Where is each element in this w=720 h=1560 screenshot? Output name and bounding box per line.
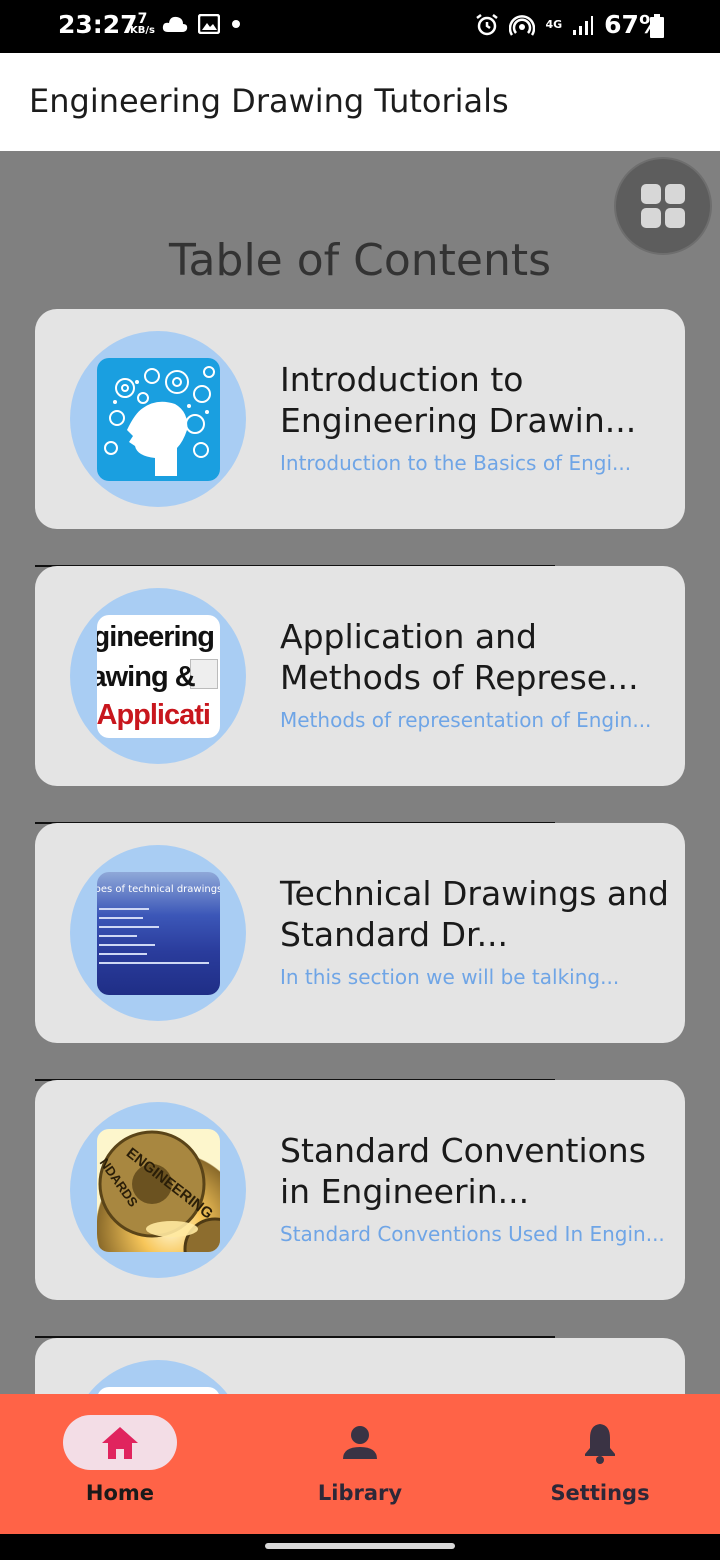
thumbnail-ring: [70, 331, 246, 507]
gesture-handle[interactable]: [265, 1543, 455, 1549]
cloud-icon: [162, 16, 188, 32]
status-time: 23:27: [58, 10, 138, 39]
app-title: Engineering Drawing Tutorials: [29, 82, 509, 120]
network-speed-unit: KB/s: [130, 25, 155, 36]
item-title: Technical Drawings and Standard Dr...: [280, 874, 670, 954]
nav-label-home: Home: [85, 1481, 155, 1505]
list-item[interactable]: [35, 1338, 685, 1394]
thumb-line-3: Applicati: [96, 698, 211, 731]
home-icon: [102, 1426, 138, 1459]
page-title: Table of Contents: [168, 235, 552, 286]
network-speed: 7 KB/s: [130, 12, 155, 36]
nav-icon-container: [543, 1415, 657, 1470]
item-title: Standard Conventions in Engineerin...: [280, 1131, 646, 1211]
thumbnail-ring: pes of technical drawings: [70, 845, 246, 1021]
system-gesture-bar: [0, 1534, 720, 1560]
nav-label-library: Library: [317, 1481, 403, 1505]
battery-icon: [650, 14, 664, 38]
network-type: 4G: [545, 18, 563, 31]
notification-icons: [162, 14, 242, 34]
technical-drawings-thumbnail: pes of technical drawings: [96, 871, 220, 995]
image-icon: [198, 14, 220, 34]
hotspot-icon: [509, 14, 536, 36]
engineering-drawing-thumbnail: gineering awing & Applicati: [96, 614, 220, 738]
list-item[interactable]: gineering awing & Applicati Application …: [35, 566, 685, 786]
bell-icon: [585, 1423, 615, 1464]
signal-icon: [573, 15, 594, 35]
system-icons: 4G 67%: [475, 10, 664, 39]
dot-icon: [232, 20, 240, 28]
thumb-heading: pes of technical drawings: [96, 883, 220, 895]
content-area[interactable]: Table of Contents Introduction to Engine…: [0, 151, 720, 1394]
person-icon: [343, 1425, 377, 1459]
thumbnail-ring: [70, 1360, 246, 1394]
thumbnail-ring: gineering awing & Applicati: [70, 588, 246, 764]
gear-standards-thumbnail: ENGINEERING NDARDS: [96, 1128, 220, 1252]
thumbnail-ring: ENGINEERING NDARDS: [70, 1102, 246, 1278]
item-title: Introduction to Engineering Drawin...: [280, 360, 637, 440]
bottom-navigation: Home Library Settings: [0, 1394, 720, 1534]
item-subtitle: Introduction to the Basics of Engi...: [280, 451, 632, 475]
item-subtitle: Standard Conventions Used In Engin...: [280, 1222, 665, 1246]
nav-icon-container: [303, 1415, 417, 1470]
list-item[interactable]: Introduction to Engineering Drawin... In…: [35, 309, 685, 529]
nav-active-indicator: [63, 1415, 177, 1470]
item-subtitle: Methods of representation of Engin...: [280, 708, 652, 732]
nav-item-library[interactable]: Library: [240, 1394, 480, 1534]
list-item[interactable]: ENGINEERING NDARDS Standard Conventions …: [35, 1080, 685, 1300]
nav-item-home[interactable]: Home: [0, 1394, 240, 1534]
nav-label-settings: Settings: [550, 1481, 650, 1505]
list-item[interactable]: pes of technical drawings Technical Draw…: [35, 823, 685, 1043]
item-subtitle: In this section we will be talking...: [280, 965, 620, 989]
thumb-line-1: gineering: [96, 620, 216, 653]
network-speed-value: 7: [137, 11, 148, 27]
status-bar: 23:27 7 KB/s 4G 67%: [0, 0, 720, 53]
grid-icon: [641, 184, 685, 228]
alarm-icon: [476, 13, 499, 35]
app-bar: Engineering Drawing Tutorials: [0, 53, 720, 151]
nav-item-settings[interactable]: Settings: [480, 1394, 720, 1534]
brain-gears-thumbnail: [96, 357, 220, 481]
thumb-line-2: awing &: [96, 660, 196, 693]
item-title: Application and Methods of Represe...: [280, 617, 639, 697]
item-thumbnail: [96, 1386, 220, 1394]
